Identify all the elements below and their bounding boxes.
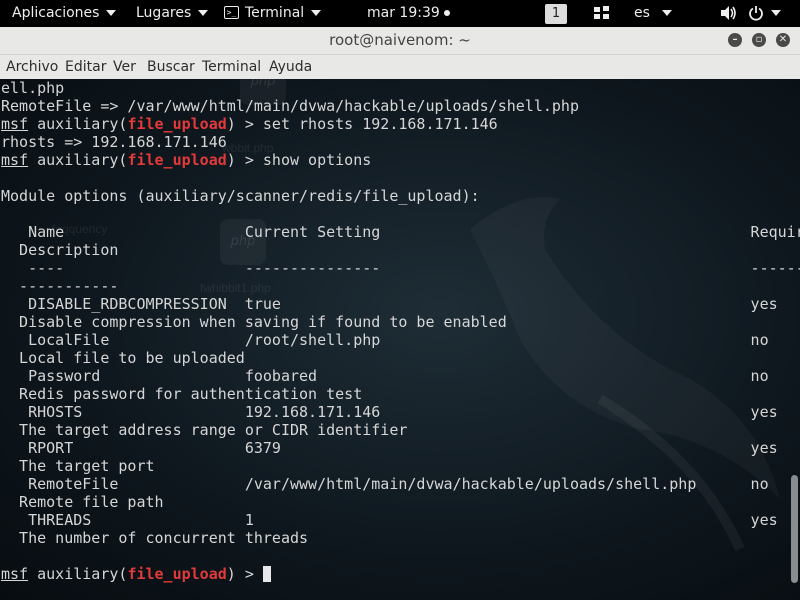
terminal-line: DISABLE_RDBCOMPRESSION true yes	[1, 295, 778, 313]
terminal-line: Description	[1, 241, 119, 259]
menu-ayuda[interactable]: Ayuda	[269, 55, 312, 79]
terminal-line: THREADS 1 yes	[1, 511, 778, 529]
prompt-line[interactable]: msf auxiliary(file_upload) >	[1, 565, 800, 583]
command-text: set rhosts 192.168.171.146	[253, 115, 498, 133]
terminal-line: RemoteFile => /var/www/html/main/dvwa/ha…	[1, 97, 579, 115]
prompt-aux: auxiliary(	[37, 565, 128, 583]
scrollbar-thumb[interactable]	[791, 475, 798, 583]
terminal-app-menu[interactable]: >_ Terminal	[224, 0, 322, 27]
terminal-app-label: Terminal	[245, 5, 305, 21]
clock-label: mar 19:39	[367, 5, 440, 21]
prompt-end: ) >	[226, 115, 254, 133]
notification-dot-icon	[443, 10, 450, 16]
input-space	[254, 565, 263, 583]
language-label: es	[634, 5, 650, 21]
minimize-button[interactable]: –	[728, 33, 742, 47]
menu-buscar[interactable]: Buscar	[147, 55, 195, 79]
prompt-module: file_upload	[127, 115, 227, 133]
menu-terminal[interactable]: Terminal	[202, 55, 261, 79]
menu-editar[interactable]: Editar	[65, 55, 106, 79]
terminal-line: Password foobared no	[1, 367, 769, 385]
terminal-line: Disable compression when saving if found…	[1, 313, 507, 331]
applications-menu[interactable]: Aplicaciones	[12, 0, 117, 27]
prompt-end: ) >	[226, 565, 254, 583]
menu-ver[interactable]: Ver	[113, 55, 136, 79]
terminal-line: ---- --------------- --------	[1, 259, 800, 277]
terminal-line: Module options (auxiliary/scanner/redis/…	[1, 187, 480, 205]
app-grid-icon	[594, 6, 609, 19]
prompt-line: msf auxiliary(file_upload) > set rhosts …	[1, 115, 800, 133]
menu-archivo[interactable]: Archivo	[6, 55, 58, 79]
terminal-line: RHOSTS 192.168.171.146 yes	[1, 403, 778, 421]
terminal-line: The number of concurrent threads	[1, 529, 309, 547]
prompt-end: ) >	[226, 151, 254, 169]
terminal-line: RemoteFile /var/www/html/main/dvwa/hacka…	[1, 475, 769, 493]
close-button[interactable]: ✕	[776, 33, 790, 47]
applications-label: Aplicaciones	[12, 5, 100, 21]
menu-bar: Archivo Editar Ver Buscar Terminal Ayuda	[0, 55, 800, 79]
prompt-msf: msf	[1, 565, 29, 583]
command-text: show options	[253, 151, 372, 169]
terminal-line: rhosts => 192.168.171.146	[1, 133, 227, 151]
chevron-down-icon	[661, 10, 672, 16]
terminal-line: LocalFile /root/shell.php no	[1, 331, 769, 349]
app-grid-button[interactable]	[593, 0, 611, 27]
terminal-line: The target address range or CIDR identif…	[1, 421, 408, 439]
terminal-line: Remote file path	[1, 493, 164, 511]
chevron-down-icon	[771, 10, 781, 16]
workspace-indicator[interactable]: 1	[545, 0, 567, 27]
prompt-aux: auxiliary(	[37, 151, 128, 169]
window-titlebar[interactable]: root@naivenom: ~ – ▫ ✕	[0, 27, 800, 55]
power-icon	[749, 6, 763, 21]
text-cursor	[262, 566, 271, 582]
window-title: root@naivenom: ~	[329, 31, 471, 49]
terminal-line: The target port	[1, 457, 155, 475]
terminal-line: Name Current Setting Required	[1, 223, 800, 241]
language-menu[interactable]: es	[634, 0, 672, 27]
terminal-line: RPORT 6379 yes	[1, 439, 778, 457]
prompt-aux: auxiliary(	[37, 115, 128, 133]
chevron-down-icon	[311, 10, 322, 16]
terminal-line: ell.php	[1, 79, 65, 97]
top-panel: Aplicaciones Lugares >_ Terminal mar 19:3…	[0, 0, 800, 27]
volume-icon	[721, 6, 736, 20]
workspace-number: 1	[545, 4, 567, 24]
terminal-area[interactable]: php php wbbit.php fwhibbit1.php feqquenc…	[0, 79, 800, 600]
places-menu[interactable]: Lugares	[136, 0, 209, 27]
volume-button[interactable]	[720, 0, 738, 27]
terminal-line: -----------	[1, 277, 119, 295]
prompt-msf: msf	[1, 115, 29, 133]
terminal-output: ell.php RemoteFile => /var/www/html/main…	[1, 79, 800, 583]
clock[interactable]: mar 19:39	[367, 0, 450, 27]
terminal-line: Local file to be uploaded	[1, 349, 245, 367]
power-menu[interactable]	[748, 0, 781, 27]
terminal-icon: >_	[224, 5, 239, 19]
maximize-button[interactable]: ▫	[752, 33, 766, 47]
terminal-line: Redis password for authentication test	[1, 385, 363, 403]
chevron-down-icon	[198, 10, 209, 16]
prompt-module: file_upload	[127, 565, 227, 583]
prompt-module: file_upload	[127, 151, 227, 169]
prompt-msf: msf	[1, 151, 29, 169]
prompt-line: msf auxiliary(file_upload) > show option…	[1, 151, 800, 169]
places-label: Lugares	[136, 5, 192, 21]
chevron-down-icon	[106, 10, 117, 16]
